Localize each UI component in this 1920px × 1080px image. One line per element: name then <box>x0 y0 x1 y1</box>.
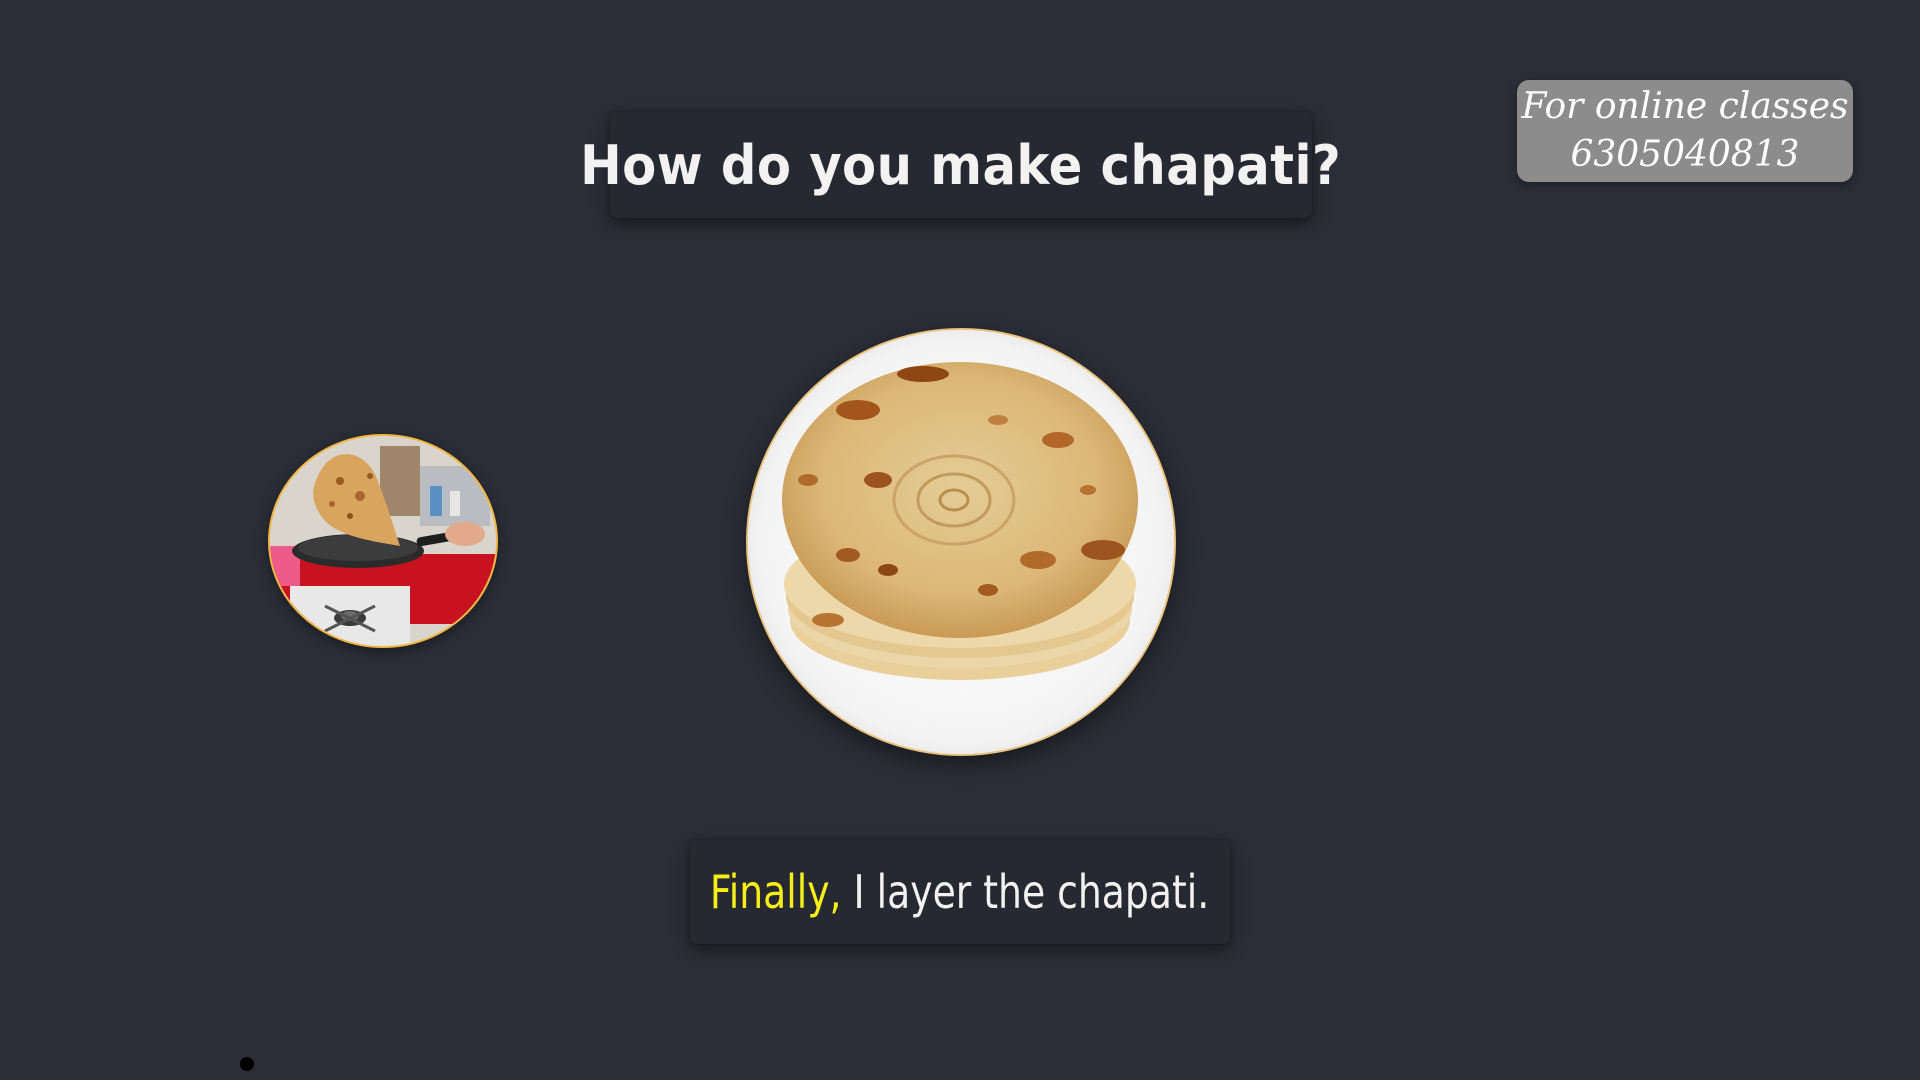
caption-card: Finally, I layer the chapati. <box>690 840 1230 944</box>
chapati-plate-image <box>746 328 1176 756</box>
caption-highlight-word: Finally, <box>710 865 843 919</box>
page-title: How do you make chapati? <box>580 133 1342 197</box>
caption-sentence: I layer the chapati. <box>842 865 1210 919</box>
pan-chapati-illustration <box>270 436 496 646</box>
promo-text-line1: For online classes <box>1521 86 1849 127</box>
promo-phone-number: 6305040813 <box>1570 134 1800 175</box>
video-frame: How do you make chapati? For online clas… <box>0 0 1920 1080</box>
caption-text: Finally, I layer the chapati. <box>710 865 1209 919</box>
promo-box: For online classes 6305040813 <box>1517 80 1853 182</box>
pan-chapati-image <box>268 434 498 648</box>
bullet-dot <box>240 1057 254 1071</box>
title-card: How do you make chapati? <box>580 112 1341 218</box>
chapati-stack-illustration <box>748 330 1174 754</box>
